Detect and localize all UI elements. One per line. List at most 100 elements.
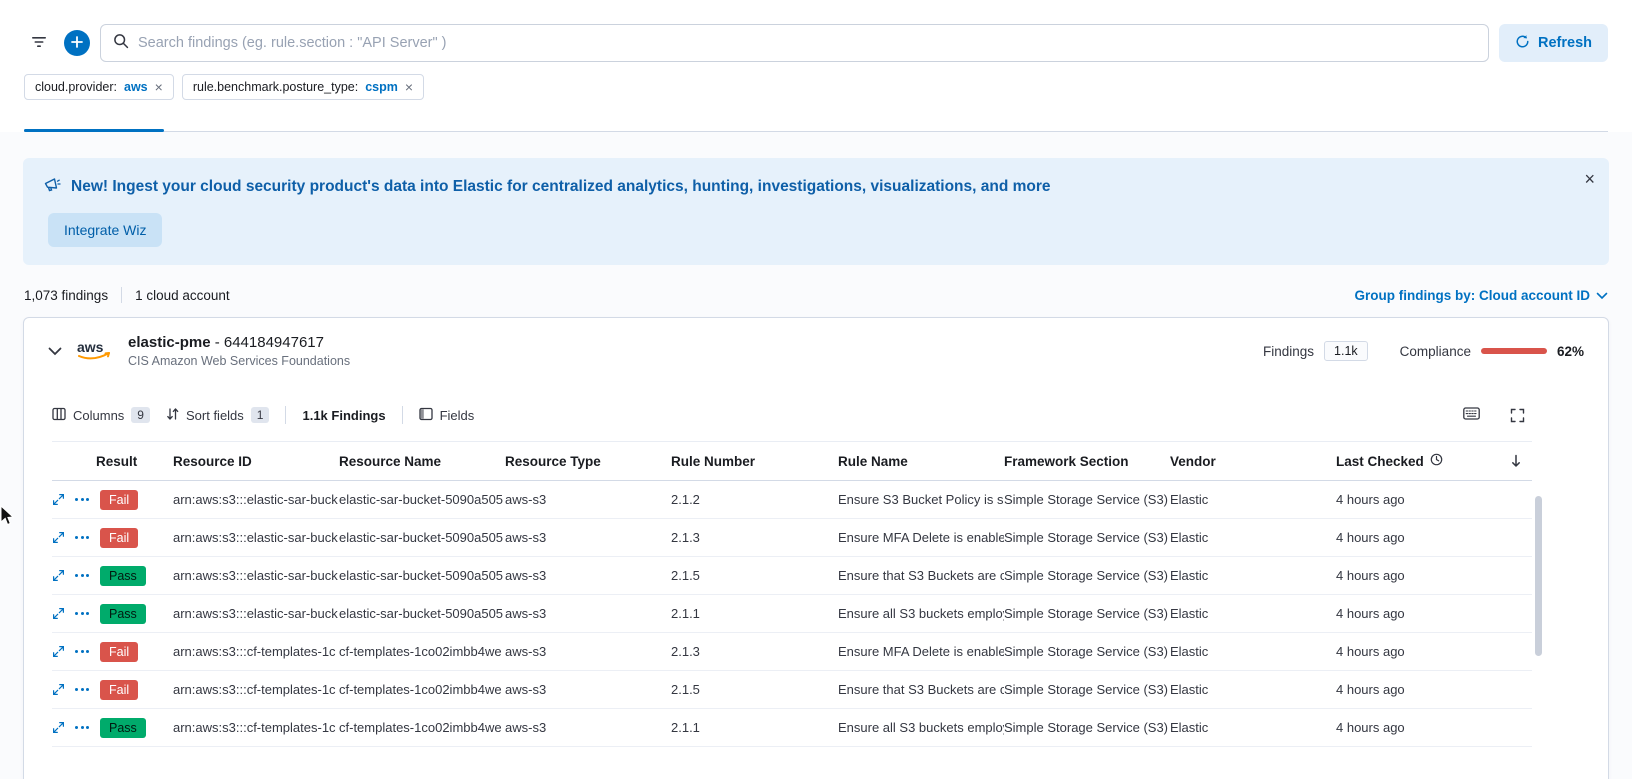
table-row[interactable]: Fail arn:aws:s3:::elastic-sar-buck elast… [52,481,1532,519]
resource-name-cell: elastic-sar-bucket-5090a505 [339,606,505,621]
row-actions-icon[interactable] [73,496,91,503]
table-row[interactable]: Fail arn:aws:s3:::cf-templates-1c cf-tem… [52,671,1532,709]
remove-filter-icon[interactable]: × [405,80,413,94]
result-badge: Pass [100,604,146,624]
table-row[interactable]: Pass arn:aws:s3:::elastic-sar-buck elast… [52,595,1532,633]
keyboard-shortcuts-button[interactable] [1456,399,1486,431]
resource-type-cell: aws-s3 [505,644,671,659]
group-by-selector[interactable]: Group findings by: Cloud account ID [1355,288,1609,303]
header-rule-name[interactable]: Rule Name [838,454,1004,469]
header-framework-section[interactable]: Framework Section [1004,454,1170,469]
expand-row-icon[interactable] [52,531,65,544]
expand-row-icon[interactable] [52,645,65,658]
filter-field: cloud.provider: [35,80,117,94]
header-vendor[interactable]: Vendor [1170,454,1336,469]
divider [121,287,122,303]
account-id: - 644184947617 [211,334,324,351]
refresh-icon [1515,34,1530,53]
selected-tab-indicator[interactable] [24,129,164,132]
sort-fields-button[interactable]: Sort fields 1 [166,407,270,424]
resource-type-cell: aws-s3 [505,530,671,545]
rule-number-cell: 2.1.1 [671,606,838,621]
resource-id-cell: arn:aws:s3:::elastic-sar-buck [173,606,339,621]
last-checked-cell: 4 hours ago [1336,492,1510,507]
fields-button[interactable]: Fields [419,407,475,424]
accordion-chevron-icon[interactable] [44,343,66,360]
expand-row-icon[interactable] [52,493,65,506]
filter-icon [31,35,47,52]
table-row[interactable]: Fail arn:aws:s3:::cf-templates-1c cf-tem… [52,633,1532,671]
row-actions-icon[interactable] [73,724,91,731]
row-actions-icon[interactable] [73,534,91,541]
header-resource-name[interactable]: Resource Name [339,454,505,469]
columns-button[interactable]: Columns 9 [52,407,150,424]
fields-icon [419,407,433,424]
framework-section-cell: Simple Storage Service (S3) [1004,720,1170,735]
table-body: Fail arn:aws:s3:::elastic-sar-buck elast… [52,481,1532,747]
rule-name-cell: Ensure all S3 buckets employ [838,720,1004,735]
filter-menu-button[interactable] [24,27,54,59]
megaphone-icon [43,175,61,198]
row-actions-icon[interactable] [73,686,91,693]
vertical-scrollbar[interactable] [1535,496,1542,656]
resource-name-cell: elastic-sar-bucket-5090a505 [339,568,505,583]
cloud-account-card: aws elastic-pme - 644184947617 CIS Amazo… [23,317,1609,779]
filter-pill-posture-type[interactable]: rule.benchmark.posture_type: cspm × [182,74,424,100]
expand-row-icon[interactable] [52,683,65,696]
last-checked-cell: 4 hours ago [1336,530,1510,545]
account-name: elastic-pme [128,334,211,351]
rule-number-cell: 2.1.3 [671,644,838,659]
expand-row-icon[interactable] [52,569,65,582]
table-row[interactable]: Pass arn:aws:s3:::cf-templates-1c cf-tem… [52,709,1532,747]
vendor-cell: Elastic [1170,492,1336,507]
search-input[interactable] [138,35,1476,51]
rule-name-cell: Ensure S3 Bucket Policy is se [838,492,1004,507]
expand-row-icon[interactable] [52,607,65,620]
rule-name-cell: Ensure that S3 Buckets are c [838,568,1004,583]
last-checked-cell: 4 hours ago [1336,568,1510,583]
refresh-button[interactable]: Refresh [1499,24,1608,62]
header-last-checked[interactable]: Last Checked [1336,453,1510,469]
filter-value: cspm [365,80,398,94]
header-rule-number[interactable]: Rule Number [671,454,838,469]
close-callout-icon[interactable]: × [1584,170,1595,188]
expand-row-icon[interactable] [52,721,65,734]
last-checked-cell: 4 hours ago [1336,682,1510,697]
resource-type-cell: aws-s3 [505,720,671,735]
resource-id-cell: arn:aws:s3:::elastic-sar-buck [173,568,339,583]
sort-icon [166,407,179,424]
framework-section-cell: Simple Storage Service (S3) [1004,568,1170,583]
resource-name-cell: cf-templates-1co02imbb4we [339,720,505,735]
result-badge: Fail [100,528,138,548]
sort-fields-label: Sort fields [186,408,244,423]
row-actions-icon[interactable] [73,610,91,617]
rule-name-cell: Ensure MFA Delete is enablec [838,530,1004,545]
header-result[interactable]: Result [96,454,173,469]
table-row[interactable]: Pass arn:aws:s3:::elastic-sar-buck elast… [52,557,1532,595]
row-actions-icon[interactable] [73,648,91,655]
filter-field: rule.benchmark.posture_type: [193,80,358,94]
row-actions-icon[interactable] [73,572,91,579]
integrate-wiz-button[interactable]: Integrate Wiz [48,213,162,247]
framework-section-cell: Simple Storage Service (S3) [1004,492,1170,507]
table-row[interactable]: Fail arn:aws:s3:::elastic-sar-buck elast… [52,519,1532,557]
resource-id-cell: arn:aws:s3:::cf-templates-1c [173,720,339,735]
account-title-block: elastic-pme - 644184947617 CIS Amazon We… [128,334,350,368]
add-filter-button[interactable] [64,30,90,56]
fullscreen-icon[interactable] [1502,399,1532,431]
columns-count-badge: 9 [131,407,150,423]
vendor-cell: Elastic [1170,720,1336,735]
search-bar[interactable] [100,24,1489,62]
header-resource-type[interactable]: Resource Type [505,454,671,469]
header-resource-id[interactable]: Resource ID [173,454,339,469]
resource-id-cell: arn:aws:s3:::cf-templates-1c [173,682,339,697]
remove-filter-icon[interactable]: × [155,80,163,94]
filter-pill-cloud-provider[interactable]: cloud.provider: aws × [24,74,174,100]
rule-number-cell: 2.1.1 [671,720,838,735]
findings-table: Result Resource ID Resource Name Resourc… [24,441,1608,747]
rule-number-cell: 2.1.3 [671,530,838,545]
tabs-bar [24,118,1608,132]
findings-page-body: New! Ingest your cloud security product'… [0,132,1632,779]
rule-number-cell: 2.1.2 [671,492,838,507]
sort-direction-icon[interactable] [1510,454,1532,468]
